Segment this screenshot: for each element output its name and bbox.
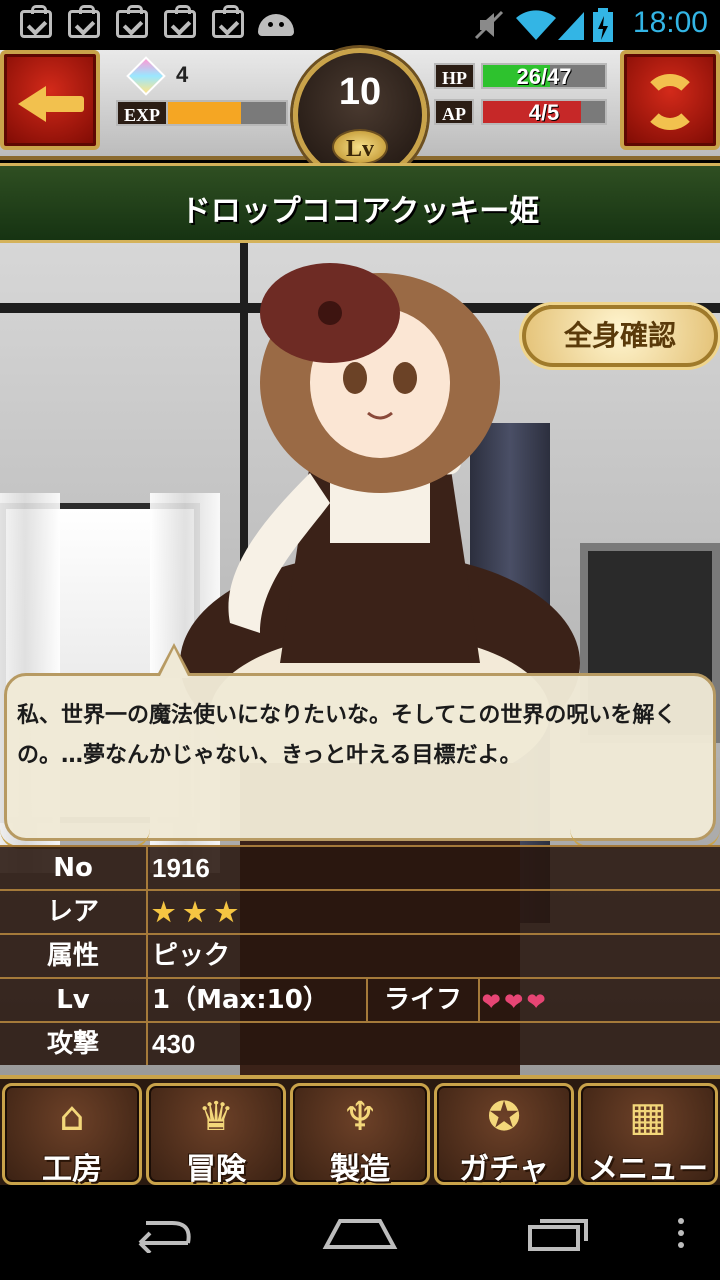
stat-row-no: No 1916: [0, 845, 720, 889]
star-icon: ★: [183, 897, 207, 927]
level-value: 10: [338, 71, 382, 113]
ap-bar: 4/5: [481, 99, 607, 125]
star-icon: ★: [214, 897, 238, 927]
character-name-banner: ドロップココアクッキー姫: [0, 163, 720, 243]
clipboard-check-icon: [116, 5, 148, 38]
nav-menu[interactable]: ▦ メニュー: [578, 1083, 718, 1187]
speech-bubble: 私、世界一の魔法使いになりたいな。そしてこの世界の呪いを解くの。…夢なんかじゃな…: [4, 673, 716, 841]
arrow-left-icon: [18, 86, 46, 122]
stat-value-level: 1（Max:10）: [152, 985, 329, 1015]
stat-row-attack: 攻撃 430: [0, 1021, 720, 1065]
exp-label: EXP: [116, 100, 168, 126]
hp-label: HP: [434, 63, 475, 89]
clock: 18:00: [632, 6, 708, 39]
full-body-view-button[interactable]: 全身確認: [522, 305, 718, 367]
recent-apps-icon[interactable]: [526, 1213, 590, 1253]
stat-label: No: [0, 847, 148, 889]
refresh-button[interactable]: [620, 50, 720, 150]
nav-crafting[interactable]: ♆ 製造: [290, 1083, 430, 1187]
level-badge: Lv: [332, 129, 388, 165]
refresh-icon: [642, 74, 698, 130]
back-icon[interactable]: [126, 1213, 194, 1253]
character-quote: 私、世界一の魔法使いになりたいな。そしてこの世界の呪いを解くの。…夢なんかじゃな…: [17, 703, 677, 768]
rarity-stars: ★ ★ ★: [152, 891, 246, 933]
gem-icon: [126, 56, 166, 96]
heart-icon: ❤: [504, 989, 523, 1014]
heart-icon: ❤: [482, 989, 501, 1014]
star-icon: ★: [152, 897, 176, 927]
back-button[interactable]: [0, 50, 100, 150]
stat-row-rarity: レア ★ ★ ★: [0, 889, 720, 933]
exp-bar: [166, 100, 288, 126]
stat-label: 属性: [0, 935, 148, 977]
no-sound-icon: [474, 10, 504, 40]
system-navigation-bar: [0, 1185, 720, 1280]
hp-bar: 26/47: [481, 63, 607, 89]
stat-value-attribute: ピック: [152, 941, 231, 971]
android-icon: [258, 14, 294, 36]
stat-label: レア: [0, 891, 148, 933]
stat-row-attribute: 属性 ピック: [0, 933, 720, 977]
life-hearts: ❤ ❤ ❤: [482, 979, 549, 1021]
stat-label: Lv: [0, 979, 148, 1021]
character-name: ドロップココアクッキー姫: [180, 194, 540, 229]
house-icon: ⌂: [59, 1094, 85, 1140]
ap-value: 4/5: [528, 100, 560, 125]
wifi-icon: [516, 10, 556, 40]
home-icon[interactable]: [322, 1213, 398, 1253]
grid-menu-icon: ▦: [629, 1094, 667, 1140]
character-stats-table: No 1916 レア ★ ★ ★ 属性 ピック Lv 1（Max:10） ライフ ❤…: [0, 845, 720, 1077]
bottom-navigation: ⌂ 工房 ♛ 冒険 ♆ 製造 ✪ ガチャ ▦ メニュー: [0, 1075, 720, 1187]
heart-icon: ❤: [526, 989, 546, 1014]
overflow-icon[interactable]: [676, 1213, 686, 1253]
nav-workshop[interactable]: ⌂ 工房: [2, 1083, 142, 1187]
stat-value-no: 1916: [152, 853, 210, 883]
gem-count: 4: [176, 62, 189, 87]
medallion-icon: ✪: [487, 1094, 521, 1140]
whisk-icon: ♆: [342, 1094, 378, 1140]
stat-row-level: Lv 1（Max:10） ライフ ❤ ❤ ❤: [0, 977, 720, 1021]
hp-value: 26/47: [516, 64, 572, 89]
ap-label: AP: [434, 99, 474, 125]
nav-gacha[interactable]: ✪ ガチャ: [434, 1083, 574, 1187]
status-bar: 18:00: [0, 0, 720, 50]
clipboard-check-icon: [68, 5, 100, 38]
clipboard-check-icon: [212, 5, 244, 38]
clipboard-check-icon: [164, 5, 196, 38]
battery-charging-icon: [593, 8, 613, 42]
stat-label: 攻撃: [0, 1023, 148, 1065]
heels-icon: ♛: [198, 1094, 234, 1140]
life-label: ライフ: [366, 979, 480, 1021]
nav-adventure[interactable]: ♛ 冒険: [146, 1083, 286, 1187]
clipboard-check-icon: [20, 5, 52, 38]
stat-value-attack: 430: [152, 1029, 196, 1059]
level-indicator: 10 Lv: [293, 48, 427, 182]
signal-icon: [558, 12, 584, 40]
player-status-header: 4 EXP 10 Lv HP 26/47 AP 4/5: [0, 48, 720, 182]
